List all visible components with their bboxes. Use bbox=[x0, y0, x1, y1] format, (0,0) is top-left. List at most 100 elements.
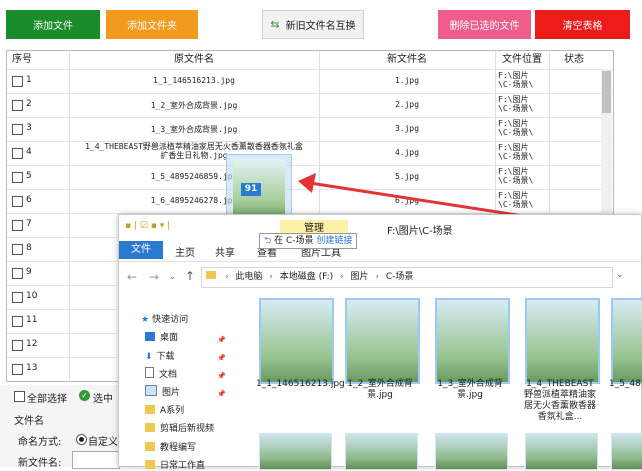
file-thumbnail[interactable] bbox=[259, 433, 332, 470]
select-all-checkbox[interactable] bbox=[14, 391, 25, 402]
custom-radio[interactable] bbox=[76, 434, 87, 445]
row-checkbox[interactable] bbox=[12, 364, 23, 375]
row-new-name: 3.jpg bbox=[394, 124, 420, 133]
ribbon-tab-share[interactable]: 共享 bbox=[215, 244, 235, 259]
address-history-button[interactable]: ⌄ bbox=[616, 270, 624, 280]
table-row[interactable]: 3 1_3_室外合成背景.jpg 3.jpg F:\图片 \C-场景\ bbox=[7, 117, 613, 142]
add-file-button[interactable]: 添加文件 bbox=[6, 10, 100, 39]
header-seq: 序号 bbox=[12, 54, 32, 65]
breadcrumb-scene[interactable]: C-场景 bbox=[386, 272, 414, 282]
add-folder-button[interactable]: 添加文件夹 bbox=[106, 10, 198, 39]
custom-radio-label[interactable]: 自定义 bbox=[88, 433, 118, 448]
row-original-name: 1_1_146516213.jpg bbox=[153, 76, 235, 85]
ribbon-tab-home[interactable]: 主页 bbox=[175, 244, 195, 259]
row-checkbox[interactable] bbox=[12, 124, 23, 135]
tooltip-verb: 在 C-场景 bbox=[274, 236, 314, 246]
file-thumbnail[interactable] bbox=[345, 298, 420, 384]
row-location: F:\图片 \C-场景\ bbox=[498, 95, 534, 113]
sidebar-item-documents[interactable]: 文档 bbox=[145, 367, 177, 380]
table-row[interactable]: 2 1_2_室外合成背景.jpg 2.jpg F:\图片 \C-场景\ bbox=[7, 93, 613, 118]
recent-dropdown[interactable]: ⌄ bbox=[169, 272, 176, 281]
row-seq: 7 bbox=[26, 219, 32, 229]
forward-button[interactable]: → bbox=[149, 270, 159, 284]
row-seq: 5 bbox=[26, 171, 32, 181]
row-original-name: 1_2_室外合成背景.jpg bbox=[150, 101, 238, 110]
back-button[interactable]: ← bbox=[127, 270, 137, 284]
row-seq: 6 bbox=[26, 195, 32, 205]
drag-count-badge: 91 bbox=[241, 183, 261, 196]
file-label[interactable]: 1_2_室外合成背景.jpg bbox=[342, 379, 418, 401]
sidebar-item-pictures[interactable]: 图片 bbox=[145, 385, 180, 398]
up-button[interactable]: ↑ bbox=[185, 269, 195, 283]
naming-mode-label: 命名方式: bbox=[18, 437, 62, 448]
row-new-name: 2.jpg bbox=[394, 100, 420, 109]
row-seq: 8 bbox=[26, 243, 32, 253]
file-thumbnail[interactable] bbox=[525, 433, 598, 470]
sidebar-item-tutorials[interactable]: 教程编写 bbox=[145, 440, 196, 453]
desktop-icon bbox=[145, 332, 155, 341]
folder-icon bbox=[145, 405, 155, 414]
row-seq: 10 bbox=[26, 291, 38, 301]
row-checkbox[interactable] bbox=[12, 268, 23, 279]
sidebar-item-desktop[interactable]: 桌面 bbox=[145, 330, 178, 343]
row-new-name: 4.jpg bbox=[394, 148, 420, 157]
file-thumbnail[interactable] bbox=[435, 433, 508, 470]
new-name-input[interactable] bbox=[72, 451, 120, 469]
row-checkbox[interactable] bbox=[12, 316, 23, 327]
file-label[interactable]: 1_3_室外合成背景.jpg bbox=[432, 379, 508, 401]
row-checkbox[interactable] bbox=[12, 292, 23, 303]
breadcrumb-pc[interactable]: 此电脑 bbox=[235, 272, 262, 282]
row-checkbox[interactable] bbox=[12, 196, 23, 207]
row-seq: 3 bbox=[26, 123, 32, 133]
table-scrollbar-thumb[interactable] bbox=[602, 71, 611, 113]
select-all-label[interactable]: 全部选择 bbox=[27, 390, 67, 405]
header-original-name: 原文件名 bbox=[174, 54, 214, 65]
breadcrumb-pictures[interactable]: 图片 bbox=[351, 272, 369, 282]
row-seq: 9 bbox=[26, 267, 32, 277]
breadcrumb-drive[interactable]: 本地磁盘 (F:) bbox=[280, 272, 333, 282]
clear-table-button[interactable]: 清空表格 bbox=[535, 10, 630, 39]
row-checkbox[interactable] bbox=[12, 148, 23, 159]
row-seq: 13 bbox=[26, 363, 38, 373]
row-seq: 4 bbox=[26, 147, 32, 157]
file-thumbnail[interactable] bbox=[259, 298, 334, 384]
folder-icon bbox=[206, 271, 216, 279]
row-checkbox[interactable] bbox=[12, 244, 23, 255]
delete-selected-button[interactable]: 删除已选的文件 bbox=[438, 10, 531, 39]
folder-icon bbox=[145, 423, 155, 432]
row-checkbox[interactable] bbox=[12, 340, 23, 351]
sidebar-item-daily-work[interactable]: 日常工作直 bbox=[145, 458, 205, 471]
swap-names-button[interactable]: ⇆ 新旧文件名互换 bbox=[262, 10, 364, 39]
select-button[interactable]: 选中 bbox=[93, 390, 113, 405]
pin-icon: 📌 📌 📌 📌 bbox=[217, 336, 226, 398]
row-checkbox[interactable] bbox=[12, 100, 23, 111]
file-thumbnail[interactable] bbox=[435, 298, 510, 384]
file-thumbnail[interactable] bbox=[611, 433, 642, 470]
sidebar-item-a-series[interactable]: A系列 bbox=[145, 403, 184, 416]
sidebar-item-quick-access[interactable]: ★ 快速访问 bbox=[141, 312, 188, 325]
file-label[interactable]: 1_5_4895246859.jpg bbox=[609, 379, 642, 390]
drop-tooltip: ⮌ 在 C-场景 创建链接 bbox=[259, 233, 358, 249]
file-thumbnail[interactable] bbox=[345, 433, 418, 470]
row-checkbox[interactable] bbox=[12, 220, 23, 231]
row-checkbox[interactable] bbox=[12, 76, 23, 87]
link-icon: ⮌ bbox=[264, 236, 272, 246]
address-bar[interactable]: › 此电脑 › 本地磁盘 (F:) › 图片 › C-场景 bbox=[201, 267, 613, 288]
folder-icon bbox=[145, 460, 155, 469]
sidebar-item-edited-videos[interactable]: 剪辑后新视频 bbox=[145, 421, 214, 434]
window-title: F:\图片\C-场景 bbox=[387, 226, 453, 237]
file-thumbnail[interactable] bbox=[525, 298, 600, 384]
row-checkbox[interactable] bbox=[12, 172, 23, 183]
table-row[interactable]: 4 1_4_THEBEAST野兽派植萃精油家居无火香薰散香器香氛礼盒 扩香生日礼物.… bbox=[7, 141, 613, 166]
swap-icon: ⇆ bbox=[270, 18, 280, 31]
table-row[interactable]: 1 1_1_146516213.jpg 1.jpg F:\图片 \C-场景\ bbox=[7, 69, 613, 94]
row-seq: 2 bbox=[26, 99, 32, 109]
file-label[interactable]: 1_4_THEBEAST野兽派植萃精油家居无火香薰散香器香氛礼盒... bbox=[522, 379, 598, 423]
file-thumbnail[interactable] bbox=[611, 298, 642, 384]
ribbon-tab-file[interactable]: 文件 bbox=[119, 241, 163, 259]
row-location: F:\图片 \C-场景\ bbox=[498, 143, 534, 161]
row-new-name: 1.jpg bbox=[394, 76, 420, 85]
sidebar-item-downloads[interactable]: ⬇ 下载 bbox=[145, 349, 175, 362]
file-label[interactable]: 1_1_146516213.jpg bbox=[256, 379, 345, 390]
row-seq: 12 bbox=[26, 339, 38, 349]
